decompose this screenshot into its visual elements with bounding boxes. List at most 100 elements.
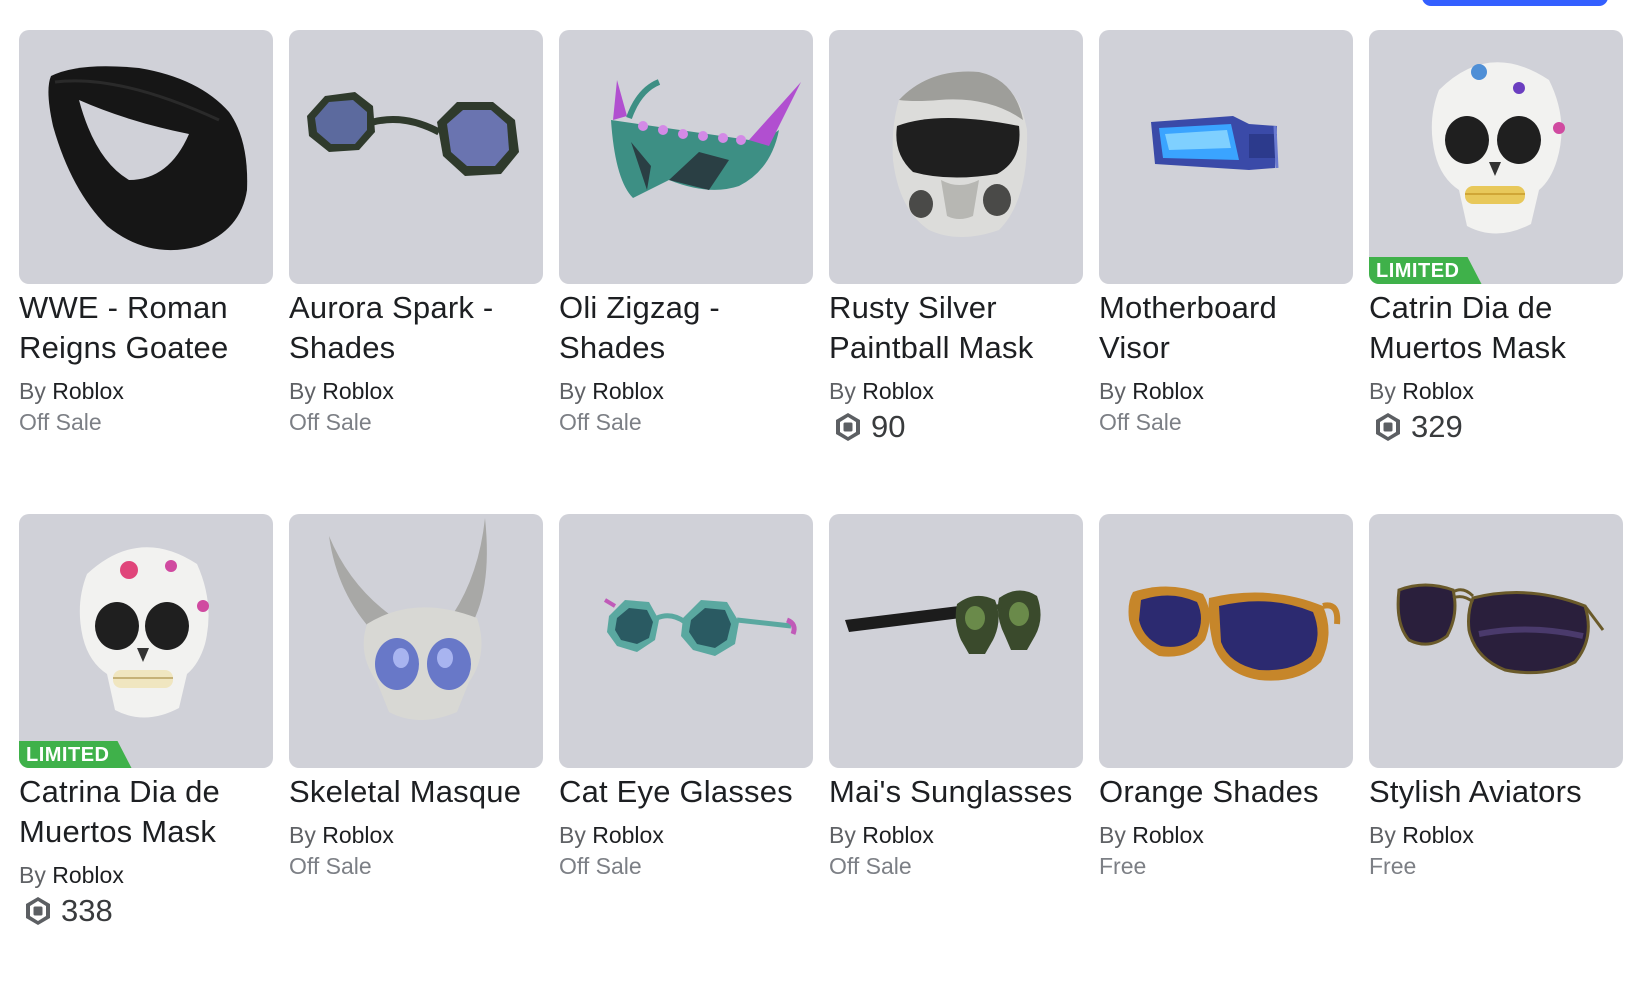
item-thumbnail[interactable]: LIMITED bbox=[19, 514, 273, 768]
item-name[interactable]: Motherboard Visor bbox=[1099, 288, 1353, 368]
item-card[interactable]: Motherboard Visor By Roblox Off Sale bbox=[1099, 30, 1353, 514]
item-thumbnail[interactable] bbox=[1099, 514, 1353, 768]
by-label: By bbox=[289, 822, 316, 848]
by-label: By bbox=[19, 378, 46, 404]
sugar-skull-icon bbox=[1431, 62, 1565, 234]
item-creator: By Roblox bbox=[19, 860, 273, 890]
item-name[interactable]: Oli Zigzag - Shades bbox=[559, 288, 813, 368]
robux-icon bbox=[26, 897, 50, 925]
item-price-robux: 90 bbox=[829, 408, 1083, 446]
creator-link[interactable]: Roblox bbox=[1402, 822, 1474, 848]
creator-link[interactable]: Roblox bbox=[52, 378, 124, 404]
item-creator: By Roblox bbox=[289, 820, 543, 850]
creator-link[interactable]: Roblox bbox=[592, 378, 664, 404]
item-price: Free bbox=[1099, 853, 1147, 879]
item-name[interactable]: Orange Shades bbox=[1099, 772, 1353, 812]
creator-link[interactable]: Roblox bbox=[862, 822, 934, 848]
item-thumbnail[interactable] bbox=[1369, 514, 1623, 768]
item-thumbnail[interactable] bbox=[829, 514, 1083, 768]
round-shades-icon bbox=[307, 92, 519, 176]
item-name[interactable]: Rusty Silver Paintball Mask bbox=[829, 288, 1083, 368]
item-creator: By Roblox bbox=[829, 376, 1083, 406]
item-card[interactable]: LIMITED Catrina Dia de Muertos Mask By R… bbox=[19, 514, 273, 998]
creator-link[interactable]: Roblox bbox=[1132, 378, 1204, 404]
item-price-robux: 329 bbox=[1369, 408, 1623, 446]
orange-shades-icon bbox=[1128, 586, 1341, 681]
robux-icon bbox=[1376, 413, 1400, 441]
cat-eye-glasses-icon bbox=[603, 598, 797, 656]
by-label: By bbox=[1099, 822, 1126, 848]
item-card[interactable]: Aurora Spark - Shades By Roblox Off Sale bbox=[289, 30, 543, 514]
item-price: Free bbox=[1369, 853, 1417, 879]
item-card[interactable]: Orange Shades By Roblox Free bbox=[1099, 514, 1353, 998]
creator-link[interactable]: Roblox bbox=[52, 862, 124, 888]
by-label: By bbox=[1369, 378, 1396, 404]
item-thumbnail[interactable] bbox=[559, 30, 813, 284]
sugar-skull-pink-icon bbox=[79, 547, 209, 718]
by-label: By bbox=[1369, 822, 1396, 848]
item-thumbnail[interactable] bbox=[19, 30, 273, 284]
spiked-shades-icon bbox=[611, 79, 801, 198]
item-creator: By Roblox bbox=[1369, 376, 1623, 406]
item-card[interactable]: WWE - Roman Reigns Goatee By Roblox Off … bbox=[19, 30, 273, 514]
item-name[interactable]: Mai's Sunglasses bbox=[829, 772, 1083, 812]
creator-link[interactable]: Roblox bbox=[592, 822, 664, 848]
item-creator: By Roblox bbox=[559, 376, 813, 406]
robux-amount: 338 bbox=[61, 893, 113, 928]
item-price: Off Sale bbox=[559, 409, 642, 435]
item-creator: By Roblox bbox=[1099, 376, 1353, 406]
item-name[interactable]: Stylish Aviators bbox=[1369, 772, 1623, 812]
creator-link[interactable]: Roblox bbox=[1402, 378, 1474, 404]
item-thumbnail[interactable] bbox=[1099, 30, 1353, 284]
item-card[interactable]: Mai's Sunglasses By Roblox Off Sale bbox=[829, 514, 1083, 998]
item-creator: By Roblox bbox=[829, 820, 1083, 850]
by-label: By bbox=[559, 822, 586, 848]
item-name[interactable]: Skeletal Masque bbox=[289, 772, 543, 812]
limited-badge: LIMITED bbox=[1369, 257, 1482, 284]
visor-icon bbox=[1151, 116, 1279, 170]
item-card[interactable]: Skeletal Masque By Roblox Off Sale bbox=[289, 514, 543, 998]
item-name[interactable]: Catrina Dia de Muertos Mask bbox=[19, 772, 273, 852]
item-price: Off Sale bbox=[559, 853, 642, 879]
item-card[interactable]: Rusty Silver Paintball Mask By Roblox 90 bbox=[829, 30, 1083, 514]
creator-link[interactable]: Roblox bbox=[322, 822, 394, 848]
creator-link[interactable]: Roblox bbox=[322, 378, 394, 404]
horned-skull-icon bbox=[329, 518, 487, 720]
by-label: By bbox=[289, 378, 316, 404]
by-label: By bbox=[559, 378, 586, 404]
item-card[interactable]: LIMITED Catrin Dia de Muertos Mask By Ro… bbox=[1369, 30, 1623, 514]
item-creator: By Roblox bbox=[1369, 820, 1623, 850]
by-label: By bbox=[829, 378, 856, 404]
catalog-grid: WWE - Roman Reigns Goatee By Roblox Off … bbox=[19, 30, 1623, 998]
item-thumbnail[interactable] bbox=[559, 514, 813, 768]
item-thumbnail[interactable] bbox=[829, 30, 1083, 284]
robux-amount: 90 bbox=[871, 409, 906, 444]
by-label: By bbox=[19, 862, 46, 888]
item-price: Off Sale bbox=[1099, 409, 1182, 435]
by-label: By bbox=[1099, 378, 1126, 404]
item-card[interactable]: Oli Zigzag - Shades By Roblox Off Sale bbox=[559, 30, 813, 514]
item-card[interactable]: Cat Eye Glasses By Roblox Off Sale bbox=[559, 514, 813, 998]
item-name[interactable]: Aurora Spark - Shades bbox=[289, 288, 543, 368]
creator-link[interactable]: Roblox bbox=[862, 378, 934, 404]
top-action-button[interactable] bbox=[1422, 0, 1608, 6]
item-creator: By Roblox bbox=[19, 376, 273, 406]
item-thumbnail[interactable]: LIMITED bbox=[1369, 30, 1623, 284]
limited-badge: LIMITED bbox=[19, 741, 132, 768]
item-price: Off Sale bbox=[289, 853, 372, 879]
by-label: By bbox=[829, 822, 856, 848]
creator-link[interactable]: Roblox bbox=[1132, 822, 1204, 848]
skull-sunglasses-icon bbox=[845, 590, 1041, 654]
item-price: Off Sale bbox=[829, 853, 912, 879]
item-thumbnail[interactable] bbox=[289, 514, 543, 768]
item-price: Off Sale bbox=[289, 409, 372, 435]
item-price-robux: 338 bbox=[19, 892, 273, 930]
item-thumbnail[interactable] bbox=[289, 30, 543, 284]
item-name[interactable]: Catrin Dia de Muertos Mask bbox=[1369, 288, 1623, 368]
item-price: Off Sale bbox=[19, 409, 102, 435]
robux-amount: 329 bbox=[1411, 409, 1463, 444]
item-name[interactable]: Cat Eye Glasses bbox=[559, 772, 813, 812]
item-card[interactable]: Stylish Aviators By Roblox Free bbox=[1369, 514, 1623, 998]
item-name[interactable]: WWE - Roman Reigns Goatee bbox=[19, 288, 273, 368]
robux-icon bbox=[836, 413, 860, 441]
